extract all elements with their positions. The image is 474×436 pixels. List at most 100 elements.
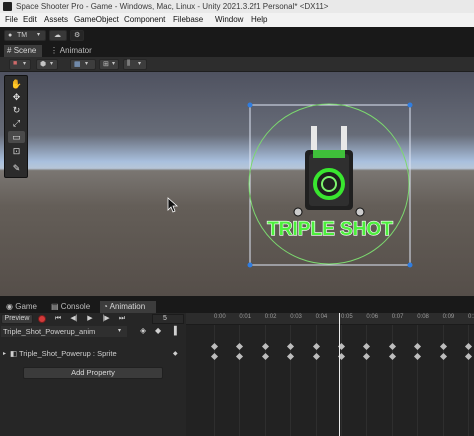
gear-icon: ⚙ [74, 32, 81, 39]
menu-file[interactable]: File [5, 13, 18, 27]
ruler-label: 0:07 [391, 314, 404, 320]
keyframe[interactable] [287, 352, 295, 361]
keyframe[interactable] [363, 342, 371, 351]
console-tab-icon: ▤ [51, 302, 59, 311]
record-button[interactable] [38, 315, 46, 323]
tab-console-label: Console [60, 302, 91, 311]
keyframe[interactable] [210, 352, 219, 361]
mouse-cursor-icon [167, 197, 179, 213]
scene-view[interactable]: ✋ ✥ ↻ ⤢ ▭ ⊡ ✎ TRIPLE SHOT [0, 72, 474, 296]
timeline-ruler[interactable]: 0:00 0:01 0:02 0:03 0:04 0:05 0:06 0:07 0:08 0:09… [186, 313, 474, 325]
collab-button[interactable]: ⚙ [70, 30, 84, 41]
chevron-down-icon: ▾ [112, 61, 116, 67]
menu-gameobject[interactable]: GameObject [74, 13, 119, 27]
ruler-label: 0:09 [442, 314, 455, 320]
ruler-label: 0:01 [239, 314, 252, 320]
unity-logo-icon [3, 2, 12, 11]
playhead[interactable] [339, 313, 340, 436]
powerup-sprite: TRIPLE SHOT [267, 126, 394, 241]
tab-console[interactable]: ▤ Console [48, 301, 94, 313]
preview-button[interactable]: Preview [1, 314, 33, 324]
keyframe[interactable] [287, 342, 295, 351]
keyframe[interactable] [312, 342, 320, 351]
chevron-down-icon: ▾ [118, 328, 122, 334]
tab-animation[interactable]: ◔ Animation [100, 301, 156, 313]
keyframe[interactable] [464, 352, 473, 361]
tab-animator[interactable]: ⋮ Animator [47, 45, 97, 57]
chevron-down-icon: ▾ [85, 61, 89, 67]
grid-snap-button[interactable]: ▦ ▾ [70, 59, 96, 70]
keyframe[interactable] [261, 352, 269, 361]
keyframe[interactable] [210, 342, 219, 351]
shading-mode-button[interactable]: ⬢ ▾ [36, 59, 58, 70]
menu-component[interactable]: Component [124, 13, 165, 27]
ruler-label: 0:05 [341, 314, 353, 320]
add-event-icon[interactable]: ◆ [155, 326, 161, 335]
scene-toolbar: ■ ▾ ⬢ ▾ ▦ ▾ ⊞ ▾ ⫼ ▾ [0, 57, 474, 72]
align-icon: ⫼ [127, 60, 131, 67]
prev-key-icon[interactable]: ◀| [68, 314, 80, 324]
chevron-down-icon: ▾ [37, 32, 41, 38]
keyframe[interactable] [439, 352, 447, 361]
keyframe[interactable] [464, 342, 473, 351]
cloud-icon: ☁ [54, 32, 61, 39]
draw-mode-button[interactable]: ■ ▾ [9, 59, 31, 70]
last-key-icon[interactable]: ⏭ [116, 314, 128, 324]
tab-animation-label: Animation [109, 302, 146, 311]
ruler-label: 0:08 [417, 314, 429, 320]
account-label: TM [17, 32, 28, 39]
first-key-icon[interactable]: ⏮ [52, 314, 64, 324]
menu-window[interactable]: Window [215, 13, 243, 27]
bottom-tab-bar: ◉ Game ▤ Console ◔ Animation [0, 300, 474, 313]
next-key-icon[interactable]: |▶ [100, 314, 112, 324]
keyframe[interactable] [439, 342, 447, 351]
draw-mode-icon: ■ [13, 60, 18, 67]
menu-edit[interactable]: Edit [23, 13, 37, 27]
animator-tab-icon: ⋮ [50, 46, 58, 55]
keyframe[interactable] [363, 352, 371, 361]
main-toolbar: ● TM ▾ ☁ ⚙ [0, 27, 474, 44]
cloud-button[interactable]: ☁ [49, 30, 67, 41]
tab-scene[interactable]: # Scene [4, 45, 42, 57]
event-marker-icon[interactable]: ▐ [171, 326, 177, 335]
snap-increment-button[interactable]: ⊞ ▾ [99, 59, 119, 70]
add-property-button[interactable]: Add Property [23, 367, 163, 379]
ruler-label: 0:03 [290, 314, 302, 320]
tab-game[interactable]: ◉ Game [3, 301, 43, 313]
keyframe[interactable] [312, 352, 320, 361]
scene-tab-icon: # [7, 46, 12, 55]
chevron-down-icon: ▾ [138, 61, 142, 67]
rect-handle [247, 102, 253, 108]
menu-help[interactable]: Help [251, 13, 267, 27]
keyframe[interactable] [236, 352, 244, 361]
chevron-down-icon: ▾ [50, 61, 54, 67]
keyframe[interactable] [414, 352, 422, 361]
game-tab-icon: ◉ [6, 302, 13, 311]
menu-assets[interactable]: Assets [44, 13, 68, 27]
clip-dropdown[interactable]: Triple_Shot_Powerup_anim ▾ [1, 326, 127, 337]
keyframe[interactable] [261, 342, 269, 351]
current-frame-field[interactable]: 5 [152, 314, 184, 324]
tab-animator-label: Animator [59, 46, 92, 55]
property-keyframe-row [186, 352, 474, 362]
clip-name: Triple_Shot_Powerup_anim [3, 327, 96, 336]
add-keyframe-icon[interactable]: ◈ [140, 326, 146, 335]
chevron-right-icon: ▸ [3, 351, 7, 357]
ruler-label: 0:1 [468, 314, 474, 320]
property-row[interactable]: ▸ ◧ Triple_Shot_Powerup : Sprite ◆ [0, 349, 186, 359]
animation-timeline[interactable]: 0:00 0:01 0:02 0:03 0:04 0:05 0:06 0:07 0:08 0:09… [186, 313, 474, 436]
align-button[interactable]: ⫼ ▾ [123, 59, 147, 70]
menu-bar: File Edit Assets GameObject Component Fi… [0, 13, 474, 27]
animation-tab-icon: ◔ [103, 302, 108, 311]
keyframe[interactable] [414, 342, 422, 351]
account-button[interactable]: ● TM ▾ [4, 30, 46, 41]
keyframe[interactable] [388, 352, 396, 361]
scene-canvas: TRIPLE SHOT [167, 102, 413, 268]
window-title: Space Shooter Pro - Game - Windows, Mac,… [16, 2, 329, 11]
ruler-label: 0:00 [214, 314, 226, 320]
play-icon[interactable]: ▶ [84, 314, 96, 324]
keyframe[interactable] [388, 342, 396, 351]
keyframe[interactable] [236, 342, 244, 351]
property-key-icon[interactable]: ◆ [173, 349, 178, 359]
menu-filebase[interactable]: Filebase [173, 13, 203, 27]
